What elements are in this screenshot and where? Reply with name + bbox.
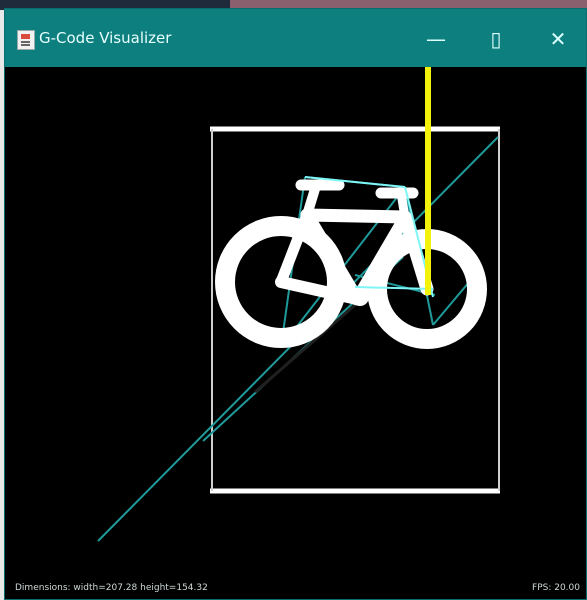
diagonal-shadow xyxy=(254,303,356,394)
minimize-button[interactable]: — xyxy=(409,19,463,59)
top-tube xyxy=(300,208,412,224)
window-title: G-Code Visualizer xyxy=(39,29,172,47)
dimensions-label: Dimensions: width=207.28 height=154.32 xyxy=(15,583,208,593)
stem xyxy=(396,188,410,222)
tool-spindle xyxy=(425,67,431,295)
visualizer-canvas[interactable] xyxy=(5,67,586,599)
gcode-visualizer-window: G-Code Visualizer — ▯ ✕ Dimensions: widt… xyxy=(4,8,587,600)
fps-label: FPS: 20.00 xyxy=(532,583,580,593)
toolpath-drawing xyxy=(97,67,500,542)
title-bar[interactable]: G-Code Visualizer — ▯ ✕ xyxy=(5,9,586,67)
bicycle-shape xyxy=(215,179,487,349)
pedal-hub xyxy=(351,288,369,306)
close-button[interactable]: ✕ xyxy=(531,19,585,59)
app-document-icon xyxy=(17,30,35,50)
work-area-frame xyxy=(210,126,500,494)
maximize-button[interactable]: ▯ xyxy=(469,19,523,59)
